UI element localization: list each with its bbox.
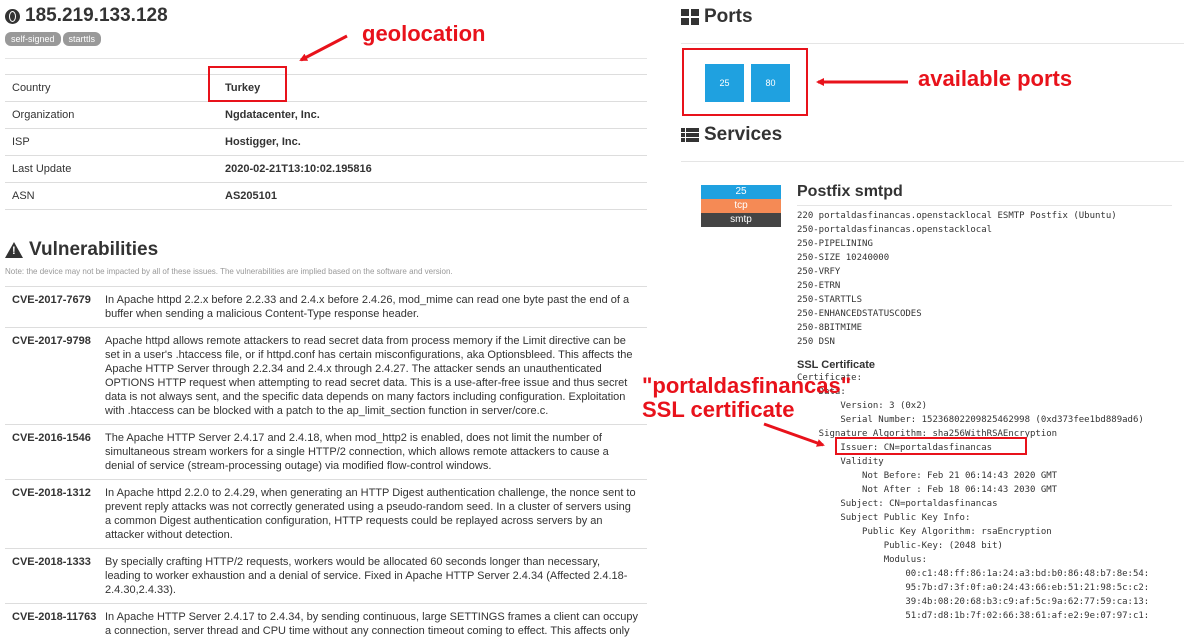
geolocation-arrow	[299, 34, 348, 62]
annotation-arrows	[299, 34, 908, 447]
ssl-arrow	[763, 422, 825, 447]
